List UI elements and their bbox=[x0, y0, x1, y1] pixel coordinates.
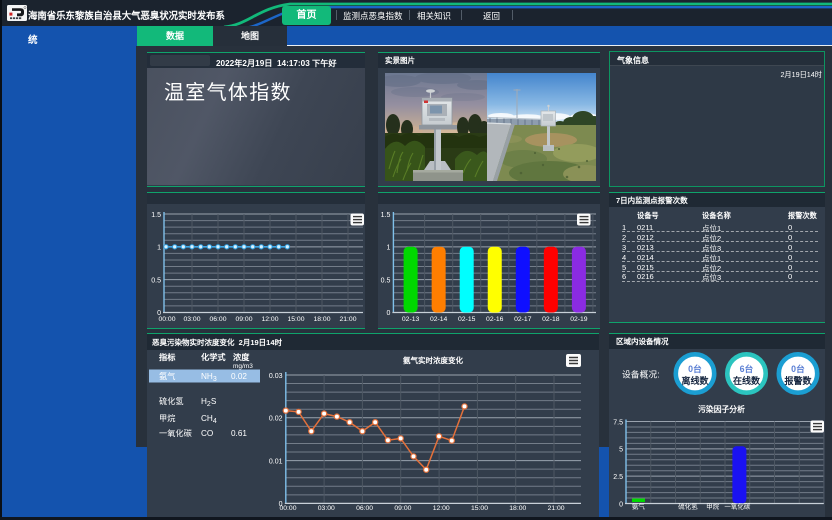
svg-text:09:00: 09:00 bbox=[235, 316, 252, 323]
svg-text:03:00: 03:00 bbox=[318, 505, 335, 512]
svg-text:0.02: 0.02 bbox=[231, 372, 247, 381]
svg-text:02-14: 02-14 bbox=[430, 316, 448, 323]
svg-text:12:00: 12:00 bbox=[261, 316, 278, 323]
svg-text:硫化氢: 硫化氢 bbox=[159, 396, 184, 406]
svg-text:0.61: 0.61 bbox=[231, 429, 247, 438]
svg-text:1: 1 bbox=[386, 245, 390, 252]
svg-text:03:00: 03:00 bbox=[183, 316, 200, 323]
svg-text:15:00: 15:00 bbox=[471, 505, 488, 512]
svg-text:离线数: 离线数 bbox=[681, 375, 709, 386]
svg-text:污染因子分析: 污染因子分析 bbox=[698, 404, 745, 414]
svg-text:甲烷: 甲烷 bbox=[159, 413, 175, 423]
svg-text:浓度: 浓度 bbox=[233, 352, 250, 362]
svg-text:报警数: 报警数 bbox=[784, 375, 812, 386]
svg-text:02-19: 02-19 bbox=[570, 316, 588, 323]
svg-text:0: 0 bbox=[386, 310, 390, 317]
svg-text:06:00: 06:00 bbox=[356, 505, 373, 512]
svg-text:氨气: 氨气 bbox=[632, 501, 646, 510]
svg-text:02-17: 02-17 bbox=[514, 316, 532, 323]
svg-text:18:00: 18:00 bbox=[509, 505, 526, 512]
svg-text:在线数: 在线数 bbox=[733, 375, 761, 386]
svg-text:指标: 指标 bbox=[159, 352, 176, 362]
svg-text:甲烷: 甲烷 bbox=[706, 501, 720, 510]
svg-text:设备概况:: 设备概况: bbox=[622, 368, 660, 379]
svg-text:一氧化碳: 一氧化碳 bbox=[724, 501, 751, 510]
svg-text:硫化氢: 硫化氢 bbox=[678, 501, 698, 510]
svg-text:一氧化碳: 一氧化碳 bbox=[159, 428, 192, 438]
svg-text:0.5: 0.5 bbox=[151, 277, 161, 284]
svg-text:1: 1 bbox=[157, 245, 161, 252]
svg-text:0.02: 0.02 bbox=[269, 415, 283, 422]
svg-text:2.5: 2.5 bbox=[613, 473, 623, 480]
svg-text:06:00: 06:00 bbox=[209, 316, 226, 323]
svg-text:7.5: 7.5 bbox=[613, 419, 623, 426]
svg-text:0台: 0台 bbox=[791, 363, 805, 374]
svg-text:18:00: 18:00 bbox=[313, 316, 330, 323]
svg-text:21:00: 21:00 bbox=[548, 505, 565, 512]
svg-text:氨气: 氨气 bbox=[159, 371, 175, 381]
svg-text:00:00: 00:00 bbox=[279, 505, 296, 512]
svg-text:6台: 6台 bbox=[740, 363, 754, 374]
svg-text:0.5: 0.5 bbox=[381, 277, 391, 284]
svg-text:02-16: 02-16 bbox=[486, 316, 504, 323]
svg-text:氨气实时浓度变化: 氨气实时浓度变化 bbox=[403, 355, 463, 365]
svg-text:5: 5 bbox=[619, 446, 623, 453]
svg-text:化学式: 化学式 bbox=[201, 352, 226, 362]
svg-text:1.5: 1.5 bbox=[151, 212, 161, 219]
svg-text:0台: 0台 bbox=[688, 363, 702, 374]
svg-text:0.01: 0.01 bbox=[269, 458, 283, 465]
svg-text:15:00: 15:00 bbox=[287, 316, 304, 323]
svg-text:12:00: 12:00 bbox=[433, 505, 450, 512]
svg-text:1.5: 1.5 bbox=[381, 212, 391, 219]
svg-text:H2S: H2S bbox=[201, 397, 217, 408]
svg-text:CO: CO bbox=[201, 429, 213, 438]
svg-text:02-18: 02-18 bbox=[542, 316, 560, 323]
svg-text:02-13: 02-13 bbox=[402, 316, 420, 323]
svg-text:02-15: 02-15 bbox=[458, 316, 476, 323]
svg-text:00:00: 00:00 bbox=[158, 316, 175, 323]
svg-text:09:00: 09:00 bbox=[394, 505, 411, 512]
svg-text:0.03: 0.03 bbox=[269, 372, 283, 379]
svg-text:21:00: 21:00 bbox=[339, 316, 356, 323]
svg-text:0: 0 bbox=[619, 501, 623, 508]
svg-text:CH4: CH4 bbox=[201, 414, 217, 425]
svg-text:mg/m3: mg/m3 bbox=[233, 363, 253, 370]
